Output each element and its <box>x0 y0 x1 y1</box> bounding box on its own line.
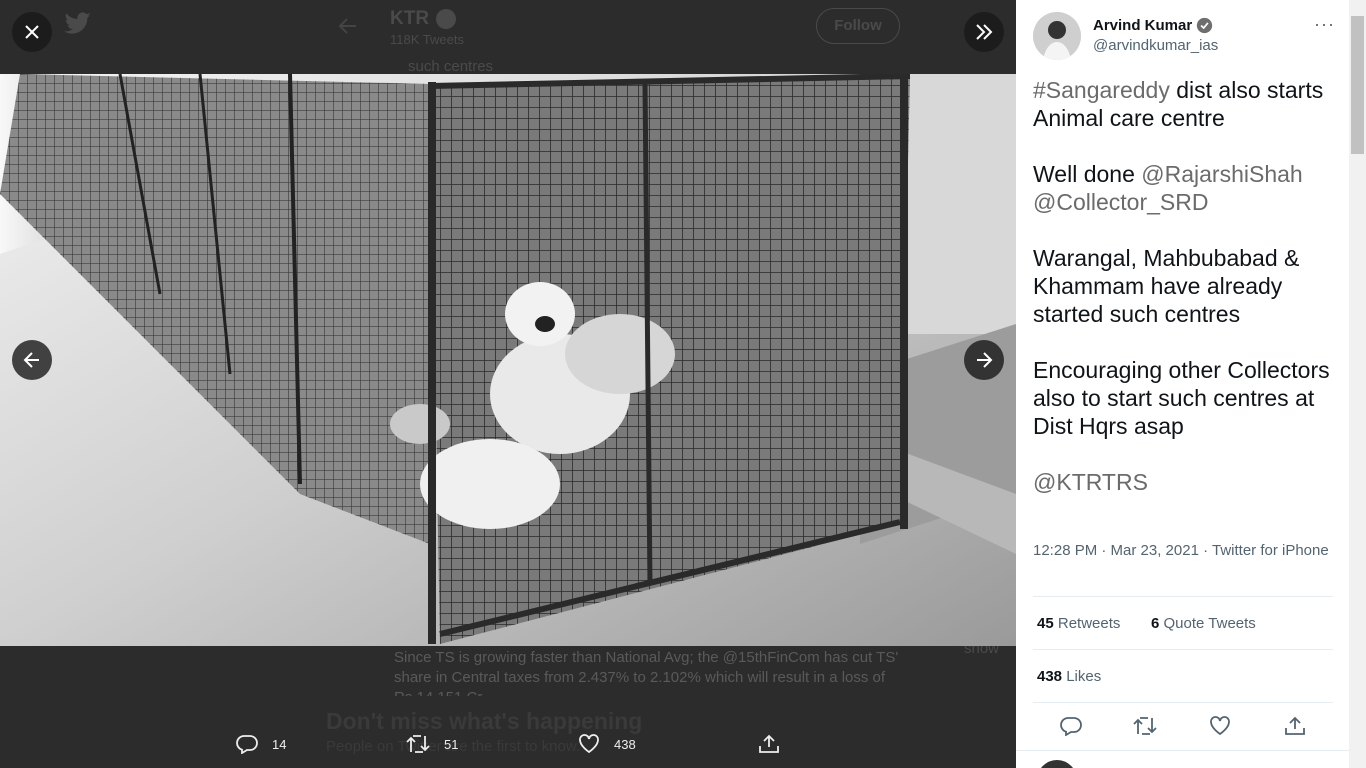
heart-icon[interactable] <box>1209 716 1231 736</box>
tweet-paragraph-4: Encouraging other Collectors also to sta… <box>1033 357 1330 439</box>
collapse-panel-button[interactable] <box>964 12 1004 52</box>
tweet-timestamp[interactable]: 12:28 PM · Mar 23, 2021 · Twitter for iP… <box>1033 541 1343 561</box>
retweets-label: Retweets <box>1057 615 1121 632</box>
retweet-count: 51 <box>444 736 459 752</box>
tweet-body: #Sangareddy dist also starts Animal care… <box>1033 76 1343 524</box>
author-name[interactable]: Arvind Kumar <box>1093 17 1213 34</box>
previous-media-button[interactable] <box>12 340 52 380</box>
scrollbar-thumb[interactable] <box>1351 16 1364 154</box>
next-media-button[interactable] <box>964 340 1004 380</box>
tweet-paragraph-5: @KTRTRS <box>1033 468 1343 496</box>
tweet-count: 118K Tweets <box>390 32 464 47</box>
arrow-left-icon <box>23 352 39 368</box>
tweet-detail-panel: Arvind Kumar @arvindkumar_ias ··· #Sanga… <box>1016 0 1366 768</box>
media-action-bar: Don't miss what's happening People on Tw… <box>0 696 1016 768</box>
reply-avatar[interactable] <box>1037 760 1077 768</box>
quote-tweets-count: 6 <box>1151 615 1160 632</box>
tweet-text-2: Well done <box>1033 161 1142 187</box>
divider <box>1016 750 1349 751</box>
like-action[interactable]: 438 <box>578 734 636 754</box>
reply-count: 14 <box>272 736 287 752</box>
retweets-count: 45 <box>1037 615 1054 632</box>
reply-icon <box>236 735 258 754</box>
heart-icon <box>579 734 599 754</box>
retweets-stat[interactable]: 45 Retweets <box>1037 615 1120 632</box>
double-chevron-right-icon <box>976 24 993 40</box>
tweet-paragraph-2: Well done @RajarshiShah @Collector_SRD <box>1033 160 1343 216</box>
dog-cage-photo <box>0 74 1016 646</box>
author-name-text: Arvind Kumar <box>1093 17 1193 34</box>
likes-stat[interactable]: 438 Likes <box>1037 668 1101 685</box>
more-options-button[interactable]: ··· <box>1314 14 1335 35</box>
avatar[interactable] <box>1033 12 1081 60</box>
author-handle[interactable]: @arvindkumar_ias <box>1093 37 1218 54</box>
hashtag-link[interactable]: #Sangareddy <box>1033 77 1170 103</box>
reply-icon[interactable] <box>1060 716 1082 736</box>
retweet-icon[interactable] <box>1133 716 1157 736</box>
follow-button: Follow <box>816 8 900 44</box>
divider <box>1033 649 1333 650</box>
like-count: 438 <box>614 736 636 752</box>
share-action[interactable] <box>758 734 794 754</box>
reply-action[interactable]: 14 <box>236 734 286 754</box>
quote-tweets-stat[interactable]: 6 Quote Tweets <box>1151 615 1256 632</box>
arrow-right-icon <box>977 352 993 368</box>
likes-count: 438 <box>1037 668 1063 685</box>
share-icon <box>759 734 779 753</box>
retweet-action[interactable]: 51 <box>406 734 458 754</box>
retweet-icon <box>406 735 430 753</box>
profile-name: KTR <box>390 8 430 29</box>
share-icon[interactable] <box>1284 716 1306 736</box>
mention-link-collector-srd[interactable]: @Collector_SRD <box>1033 189 1208 215</box>
verified-badge-icon <box>436 9 456 29</box>
banner-subtitle: People on Twitter are the first to know. <box>326 738 581 755</box>
media-viewer: KTR 118K Tweets Follow such centres Sinc… <box>0 0 1016 768</box>
back-arrow-icon <box>338 18 356 34</box>
twitter-logo-icon <box>64 12 91 34</box>
quote-tweets-label: Quote Tweets <box>1163 615 1256 632</box>
divider <box>1033 702 1333 703</box>
verified-badge-icon <box>1197 17 1213 34</box>
close-button[interactable] <box>12 12 52 52</box>
tweet-photo <box>0 74 1016 646</box>
tweet-paragraph-3: Warangal, Mahbubabad & Khammam have alre… <box>1033 245 1300 327</box>
close-icon <box>25 25 39 39</box>
bg-tweet-body: Since TS is growing faster than National… <box>394 649 899 696</box>
mention-link-rajarshishah[interactable]: @RajarshiShah <box>1141 161 1302 187</box>
banner-title: Don't miss what's happening <box>326 708 643 734</box>
divider <box>1033 596 1333 597</box>
scrollbar[interactable] <box>1349 0 1366 768</box>
tweet-paragraph-1: #Sangareddy dist also starts Animal care… <box>1033 76 1343 132</box>
likes-label: Likes <box>1066 668 1102 685</box>
avatar-image <box>1033 12 1081 60</box>
mention-link-ktrtrs[interactable]: @KTRTRS <box>1033 469 1148 495</box>
prev-tweet-text: such centres <box>408 58 494 75</box>
